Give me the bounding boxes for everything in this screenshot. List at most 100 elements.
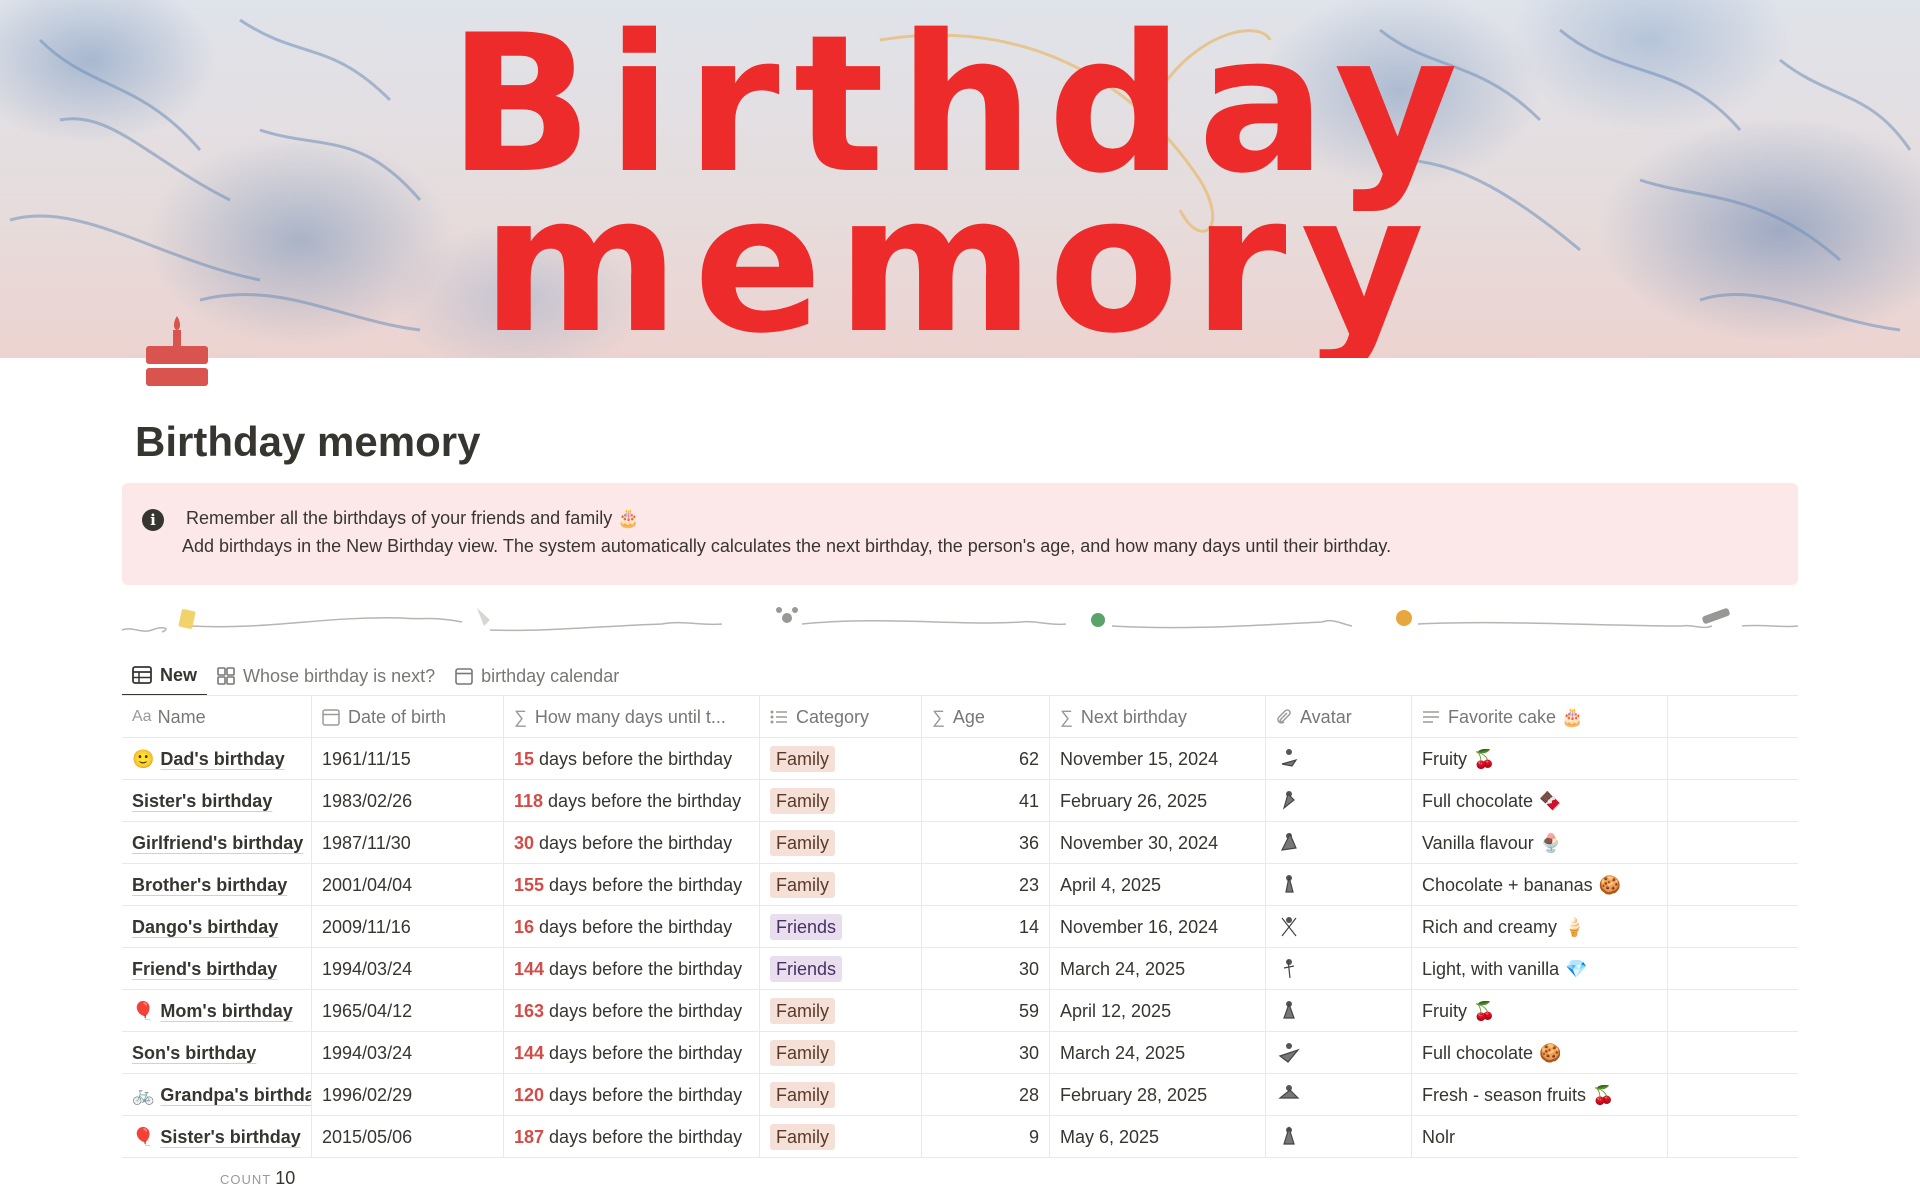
table-row[interactable]: Brother's birthday 2001/04/04 155 days b…: [122, 864, 1798, 906]
cell-category[interactable]: Family: [760, 738, 922, 780]
cell-favorite-cake[interactable]: Fruity 🍒: [1412, 990, 1668, 1032]
cell-date-of-birth[interactable]: 2015/05/06: [312, 1116, 504, 1158]
cell-avatar[interactable]: [1266, 1032, 1412, 1074]
table-row[interactable]: Girlfriend's birthday 1987/11/30 30 days…: [122, 822, 1798, 864]
table-row[interactable]: Friend's birthday 1994/03/24 144 days be…: [122, 948, 1798, 990]
column-header-name[interactable]: Aa Name: [122, 696, 312, 738]
table-row[interactable]: 🎈 Sister's birthday 2015/05/06 187 days …: [122, 1116, 1798, 1158]
cell-avatar[interactable]: [1266, 948, 1412, 990]
table-row[interactable]: Dango's birthday 2009/11/16 16 days befo…: [122, 906, 1798, 948]
table-row[interactable]: 🚲 Grandpa's birthday 1996/02/29 120 days…: [122, 1074, 1798, 1116]
cell-date-of-birth[interactable]: 1996/02/29: [312, 1074, 504, 1116]
avatar[interactable]: [1276, 956, 1302, 982]
column-header-age[interactable]: ∑ Age: [922, 696, 1050, 738]
days-value: 155: [514, 874, 545, 895]
cell-days-until: 155 days before the birthday: [504, 864, 760, 906]
cell-favorite-cake[interactable]: Rich and creamy 🍦: [1412, 906, 1668, 948]
column-header-favorite-cake[interactable]: Favorite cake 🎂: [1412, 696, 1668, 738]
cake-value: Fruity: [1422, 748, 1467, 769]
column-header-date-of-birth[interactable]: Date of birth: [312, 696, 504, 738]
cell-name[interactable]: Sister's birthday: [122, 780, 312, 822]
tab-new[interactable]: New: [122, 656, 208, 696]
avatar[interactable]: [1276, 998, 1302, 1024]
cell-avatar[interactable]: [1266, 738, 1412, 780]
table-row[interactable]: Sister's birthday 1983/02/26 118 days be…: [122, 780, 1798, 822]
avatar[interactable]: [1276, 914, 1302, 940]
cell-date-of-birth[interactable]: 1983/02/26: [312, 780, 504, 822]
cell-avatar[interactable]: [1266, 906, 1412, 948]
cell-name[interactable]: 🙂 Dad's birthday: [122, 738, 312, 780]
cell-name[interactable]: Friend's birthday: [122, 948, 312, 990]
tab-birthday-calendar[interactable]: birthday calendar: [445, 656, 629, 696]
cake-icon[interactable]: [140, 306, 220, 390]
cell-category[interactable]: Family: [760, 1032, 922, 1074]
cell-favorite-cake[interactable]: Light, with vanilla 💎: [1412, 948, 1668, 990]
row-name[interactable]: Sister's birthday: [160, 1127, 300, 1148]
avatar[interactable]: [1276, 872, 1302, 898]
cell-category[interactable]: Family: [760, 1116, 922, 1158]
row-name[interactable]: Brother's birthday: [132, 875, 287, 896]
cell-avatar[interactable]: [1266, 1116, 1412, 1158]
category-tag: Family: [770, 1082, 835, 1108]
cell-avatar[interactable]: [1266, 822, 1412, 864]
row-name[interactable]: Dango's birthday: [132, 917, 278, 938]
cell-name[interactable]: Son's birthday: [122, 1032, 312, 1074]
cell-category[interactable]: Family: [760, 864, 922, 906]
table-icon: [132, 666, 152, 684]
table-row[interactable]: 🙂 Dad's birthday 1961/11/15 15 days befo…: [122, 738, 1798, 780]
row-name[interactable]: Friend's birthday: [132, 959, 277, 980]
cell-favorite-cake[interactable]: Vanilla flavour 🍨: [1412, 822, 1668, 864]
cell-date-of-birth[interactable]: 1994/03/24: [312, 1032, 504, 1074]
cell-date-of-birth[interactable]: 1965/04/12: [312, 990, 504, 1032]
cell-date-of-birth[interactable]: 1987/11/30: [312, 822, 504, 864]
table-row[interactable]: 🎈 Mom's birthday 1965/04/12 163 days bef…: [122, 990, 1798, 1032]
table-row[interactable]: Son's birthday 1994/03/24 144 days befor…: [122, 1032, 1798, 1074]
avatar[interactable]: [1276, 746, 1302, 772]
row-name[interactable]: Mom's birthday: [160, 1001, 292, 1022]
avatar[interactable]: [1276, 1124, 1302, 1150]
column-header-avatar[interactable]: Avatar: [1266, 696, 1412, 738]
cell-category[interactable]: Friends: [760, 948, 922, 990]
row-name[interactable]: Girlfriend's birthday: [132, 833, 303, 854]
avatar[interactable]: [1276, 830, 1302, 856]
cell-category[interactable]: Family: [760, 780, 922, 822]
cake-value: Light, with vanilla: [1422, 958, 1560, 979]
cell-avatar[interactable]: [1266, 780, 1412, 822]
cell-avatar[interactable]: [1266, 864, 1412, 906]
cell-name[interactable]: Brother's birthday: [122, 864, 312, 906]
cell-name[interactable]: Girlfriend's birthday: [122, 822, 312, 864]
cell-favorite-cake[interactable]: Nolr: [1412, 1116, 1668, 1158]
cell-category[interactable]: Family: [760, 822, 922, 864]
cell-category[interactable]: Friends: [760, 906, 922, 948]
cell-date-of-birth[interactable]: 1961/11/15: [312, 738, 504, 780]
column-header-add[interactable]: [1668, 696, 1798, 738]
column-header-category[interactable]: Category: [760, 696, 922, 738]
cell-favorite-cake[interactable]: Fresh - season fruits 🍒: [1412, 1074, 1668, 1116]
cell-name[interactable]: 🎈 Sister's birthday: [122, 1116, 312, 1158]
cell-avatar[interactable]: [1266, 1074, 1412, 1116]
cell-avatar[interactable]: [1266, 990, 1412, 1032]
avatar[interactable]: [1276, 788, 1302, 814]
cell-category[interactable]: Family: [760, 990, 922, 1032]
cell-date-of-birth[interactable]: 2001/04/04: [312, 864, 504, 906]
column-header-next-birthday[interactable]: ∑ Next birthday: [1050, 696, 1266, 738]
avatar[interactable]: [1276, 1082, 1302, 1108]
tab-whose-birthday-next[interactable]: Whose birthday is next?: [207, 656, 445, 696]
cell-favorite-cake[interactable]: Fruity 🍒: [1412, 738, 1668, 780]
row-name[interactable]: Son's birthday: [132, 1043, 256, 1064]
cell-date-of-birth[interactable]: 2009/11/16: [312, 906, 504, 948]
avatar[interactable]: [1276, 1040, 1302, 1066]
cell-favorite-cake[interactable]: Full chocolate 🍫: [1412, 780, 1668, 822]
cell-name[interactable]: Dango's birthday: [122, 906, 312, 948]
cell-favorite-cake[interactable]: Full chocolate 🍪: [1412, 1032, 1668, 1074]
cell-date-of-birth[interactable]: 1994/03/24: [312, 948, 504, 990]
cell-name[interactable]: 🚲 Grandpa's birthday: [122, 1074, 312, 1116]
row-name[interactable]: Grandpa's birthday: [160, 1085, 311, 1106]
days-value: 120: [514, 1084, 545, 1105]
column-header-days-until[interactable]: ∑ How many days until t...: [504, 696, 760, 738]
row-name[interactable]: Dad's birthday: [160, 749, 284, 770]
cell-category[interactable]: Family: [760, 1074, 922, 1116]
cell-name[interactable]: 🎈 Mom's birthday: [122, 990, 312, 1032]
row-name[interactable]: Sister's birthday: [132, 791, 272, 812]
cell-favorite-cake[interactable]: Chocolate + bananas 🍪: [1412, 864, 1668, 906]
